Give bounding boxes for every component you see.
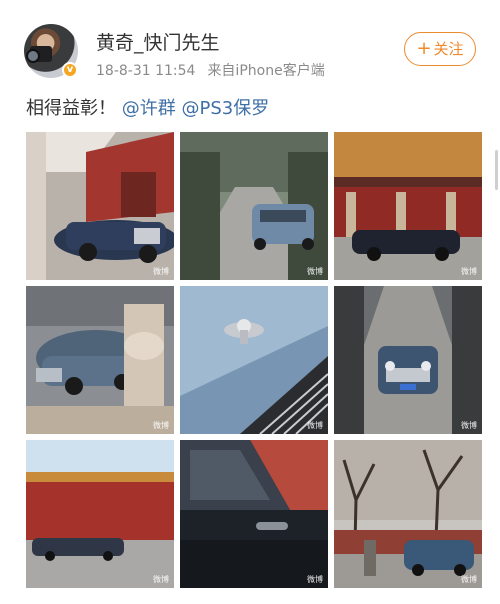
follow-button[interactable]: + 关注 <box>404 32 476 66</box>
photo-watermark: 微博 <box>153 421 169 430</box>
follow-label: 关注 <box>433 40 464 58</box>
mention-link[interactable]: @PS3保罗 <box>181 98 269 119</box>
post-meta: 18-8-31 11:54 来自iPhone客户端 <box>96 60 325 80</box>
verified-badge-icon: v <box>62 62 78 78</box>
photo-2[interactable]: 微博 <box>180 132 328 280</box>
post-source: 来自iPhone客户端 <box>207 63 325 79</box>
photo-1-image <box>26 132 174 280</box>
photo-watermark: 微博 <box>153 267 169 276</box>
plus-icon: + <box>416 38 432 59</box>
photo-8[interactable]: 微博 <box>180 440 328 588</box>
username[interactable]: 黄奇_快门先生 <box>96 28 220 55</box>
photo-watermark: 微博 <box>307 267 323 276</box>
post-time: 18-8-31 11:54 <box>96 63 196 79</box>
photo-5-image <box>180 286 328 434</box>
photo-9-image <box>334 440 482 588</box>
photo-1[interactable]: 微博 <box>26 132 174 280</box>
photo-watermark: 微博 <box>307 575 323 584</box>
photo-7[interactable]: 微博 <box>26 440 174 588</box>
mention-link[interactable]: @许群 <box>122 98 176 119</box>
photo-watermark: 微博 <box>461 421 477 430</box>
photo-3[interactable]: 微博 <box>334 132 482 280</box>
photo-9[interactable]: 微博 <box>334 440 482 588</box>
scrollbar[interactable] <box>495 150 498 190</box>
photo-5[interactable]: 微博 <box>180 286 328 434</box>
post-header: v 黄奇_快门先生 18-8-31 11:54 来自iPhone客户端 + 关注 <box>24 24 484 84</box>
photo-6-image <box>334 286 482 434</box>
photo-watermark: 微博 <box>461 267 477 276</box>
photo-watermark: 微博 <box>461 575 477 584</box>
photo-7-image <box>26 440 174 588</box>
camera-lens-shape <box>26 49 40 63</box>
photo-watermark: 微博 <box>307 421 323 430</box>
photo-3-image <box>334 132 482 280</box>
photo-4[interactable]: 微博 <box>26 286 174 434</box>
photo-watermark: 微博 <box>153 575 169 584</box>
photo-8-image <box>180 440 328 588</box>
post-text: 相得益彰！ @许群 @PS3保罗 <box>26 94 269 120</box>
post-text-main: 相得益彰！ <box>26 98 116 119</box>
photo-grid: 微博 微博 微博 微博 微博 微博 微博 微博 微博 <box>26 132 482 588</box>
photo-6[interactable]: 微博 <box>334 286 482 434</box>
photo-2-image <box>180 132 328 280</box>
photo-4-image <box>26 286 174 434</box>
